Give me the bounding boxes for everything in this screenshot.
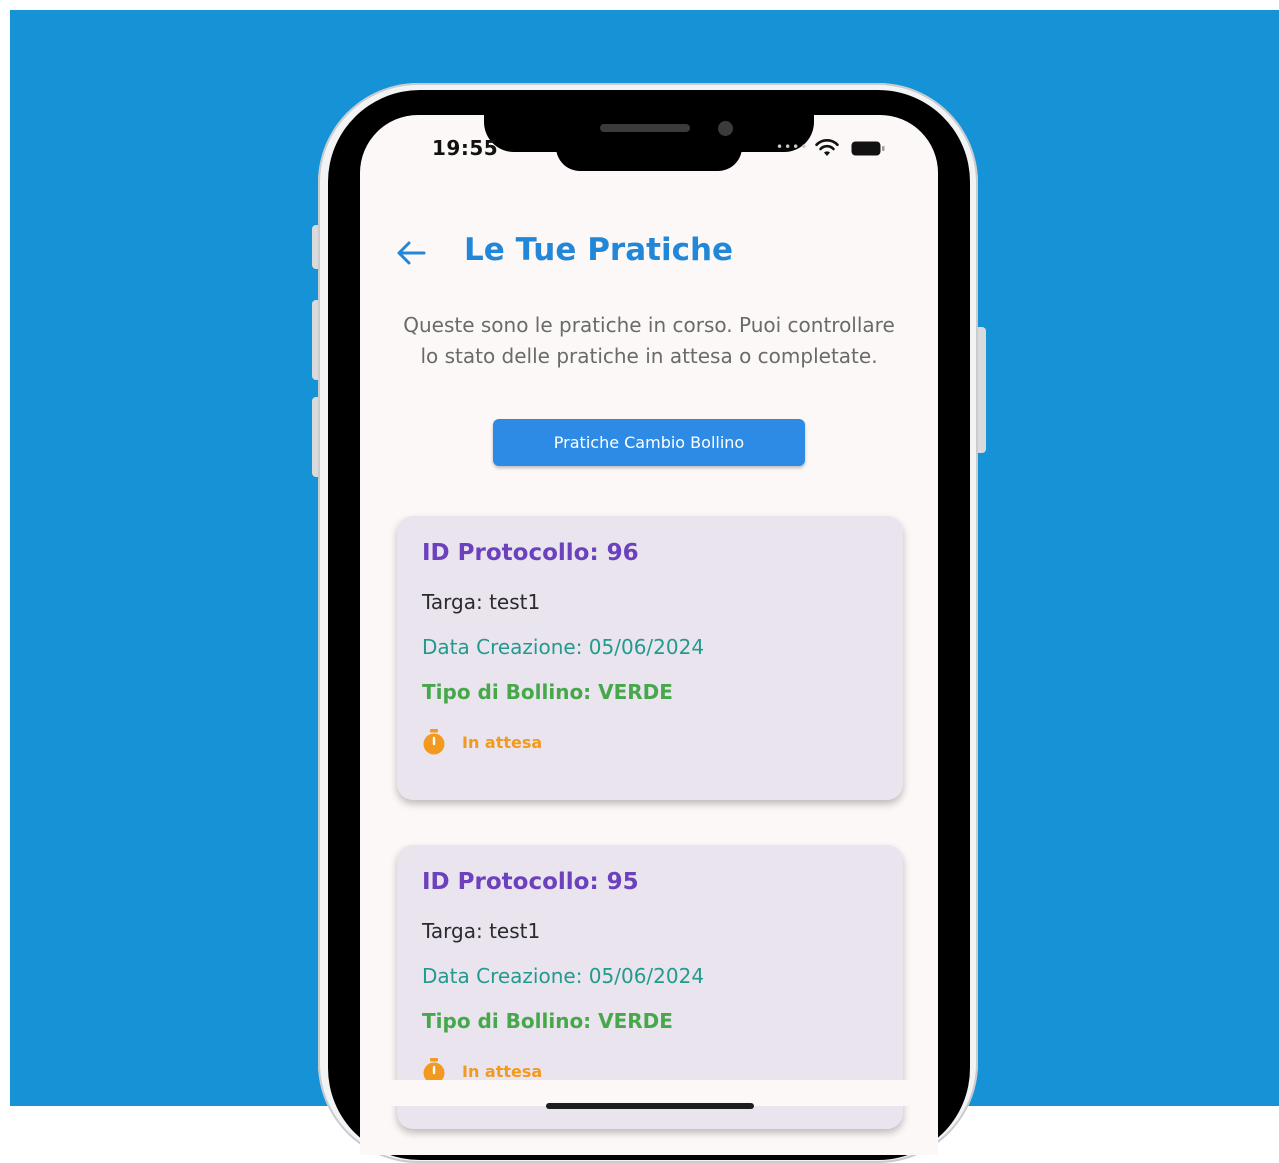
card-protocol-id: ID Protocollo: 95 [422, 869, 639, 895]
page-title: Le Tue Pratiche [464, 232, 734, 268]
intro-text: Queste sono le pratiche in corso. Puoi c… [403, 313, 895, 368]
card-targa: Targa: test1 [422, 590, 541, 614]
card-status-label: In attesa [462, 732, 543, 752]
signal-dots-icon: •••• [776, 140, 809, 154]
status-time: 19:55 [432, 136, 499, 160]
notch-camera-housing [556, 140, 742, 171]
card-bollino-type: Tipo di Bollino: VERDE [422, 1009, 673, 1033]
card-status: In attesa [422, 729, 542, 755]
back-arrow-icon[interactable] [394, 236, 428, 270]
speaker-grille [600, 124, 690, 132]
card-bollino-type: Tipo di Bollino: VERDE [422, 680, 673, 704]
card-targa: Targa: test1 [422, 919, 541, 943]
card-protocol-id: ID Protocollo: 96 [422, 540, 639, 566]
battery-icon [851, 141, 885, 156]
home-indicator[interactable] [546, 1103, 754, 1109]
card-status-label: In attesa [462, 1061, 543, 1081]
wifi-icon [815, 139, 839, 156]
card-creation-date: Data Creazione: 05/06/2024 [422, 964, 705, 988]
card-creation-date: Data Creazione: 05/06/2024 [422, 635, 705, 659]
pratiche-cambio-bollino-button[interactable]: Pratiche Cambio Bollino [493, 419, 805, 466]
timer-icon [423, 729, 445, 755]
pratica-card[interactable]: ID Protocollo: 96 Targa: test1 Data Crea… [397, 516, 903, 800]
front-camera [718, 121, 733, 136]
